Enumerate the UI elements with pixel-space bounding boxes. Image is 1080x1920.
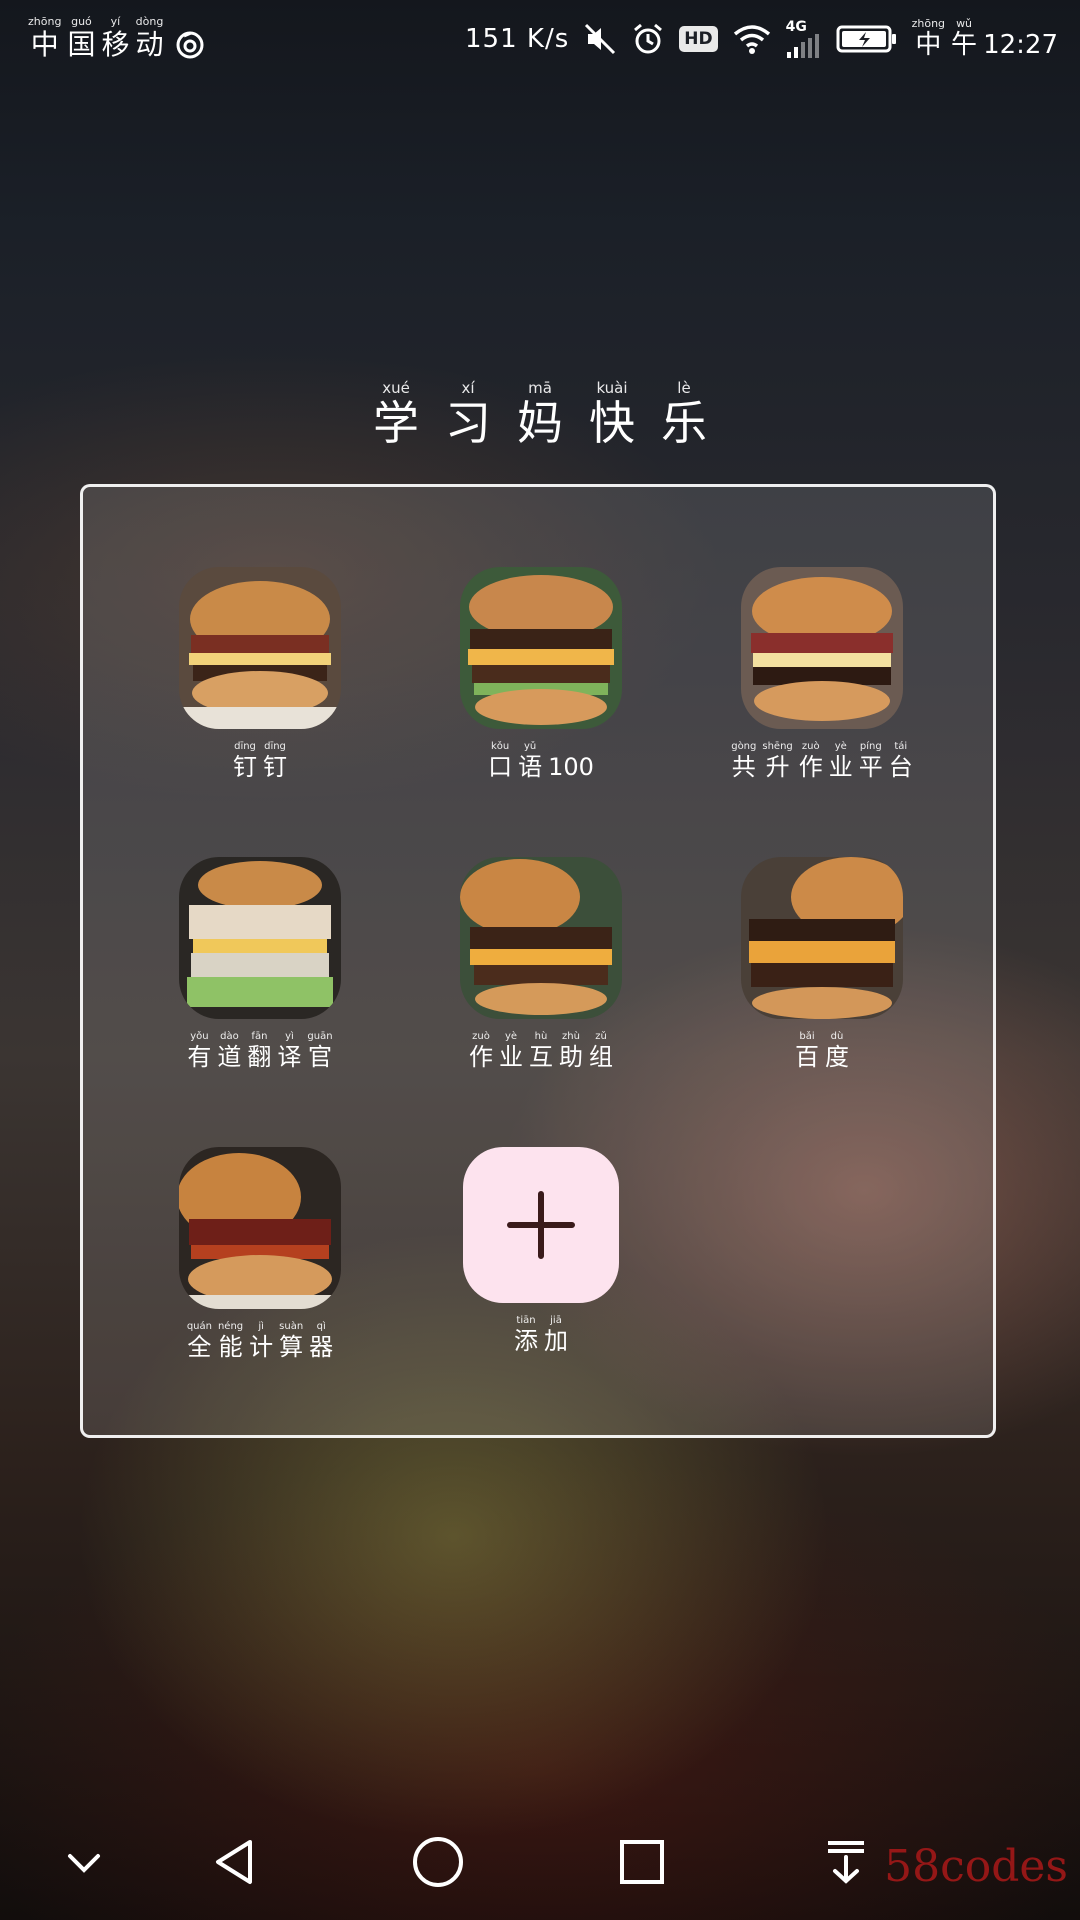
burger-photo-icon[interactable] — [741, 567, 903, 729]
app-quannengjisuanqi[interactable]: quán 全 néng 能 jì 计 suàn 算 qì 器 — [140, 1147, 380, 1362]
hd-badge: HD — [679, 26, 718, 52]
mute-icon — [583, 22, 617, 56]
app-gongsheng[interactable]: gòng 共 shēng 升 zuò 作 yè 业 píng 平 tái 台 — [702, 567, 942, 782]
burger-photo-icon[interactable] — [179, 857, 341, 1019]
home-circle-icon[interactable] — [408, 1832, 468, 1892]
navigation-bar: 58codes — [0, 1820, 1080, 1900]
burger-photo-icon[interactable] — [741, 857, 903, 1019]
burger-photo-icon[interactable] — [460, 857, 622, 1019]
app-label: bǎi 百 dù 度 — [795, 1031, 849, 1071]
folder-panel: dīng 钉 dīng 钉 kǒu 口 yǔ 语 100 gòng 共 shēng 升 zu… — [80, 484, 996, 1438]
folder-title[interactable]: xué 学 xí 习 mā 妈 kuài 快 lè 乐 — [0, 380, 1080, 450]
back-triangle-icon[interactable] — [204, 1832, 264, 1892]
carrier-char: guó 国 — [67, 15, 96, 62]
app-label: kǒu 口 yǔ 语 100 — [488, 741, 594, 781]
app-dingding[interactable]: dīng 钉 dīng 钉 — [140, 567, 380, 782]
network-speed: 151 K/s — [465, 24, 570, 54]
clock-time: 12:27 — [983, 30, 1058, 60]
signal-icon: 4G — [786, 20, 822, 58]
carrier-char: dòng 动 — [135, 15, 164, 62]
status-right: 151 K/s HD 4G zhōng 中 wǔ 午 12:27 — [465, 17, 1058, 61]
clock: zhōng 中 wǔ 午 12:27 — [911, 17, 1058, 61]
weibo-icon — [175, 30, 205, 60]
burger-photo-icon[interactable] — [460, 567, 622, 729]
watermark: 58codes — [884, 1841, 1068, 1892]
wifi-icon — [732, 22, 772, 56]
app-zuoyehuzhuzu[interactable]: zuò 作 yè 业 hù 互 zhù 助 zǔ 组 — [421, 857, 661, 1072]
app-label: tiān 添 jiā 加 — [514, 1315, 568, 1355]
app-label: zuò 作 yè 业 hù 互 zhù 助 zǔ 组 — [469, 1031, 613, 1071]
app-baidu[interactable]: bǎi 百 dù 度 — [702, 857, 942, 1072]
carrier-char: yí 移 — [101, 15, 130, 62]
app-label: quán 全 néng 能 jì 计 suàn 算 qì 器 — [186, 1321, 334, 1361]
carrier-char: zhōng 中 — [28, 15, 62, 62]
chevron-down-icon[interactable] — [54, 1832, 114, 1892]
alarm-icon — [631, 22, 665, 56]
recent-square-icon[interactable] — [612, 1832, 672, 1892]
burger-photo-icon[interactable] — [179, 567, 341, 729]
pull-down-icon[interactable] — [816, 1832, 876, 1892]
app-label: yǒu 有 dào 道 fān 翻 yì 译 guān 官 — [187, 1031, 333, 1071]
app-kouyu100[interactable]: kǒu 口 yǔ 语 100 — [421, 567, 661, 782]
network-type: 4G — [785, 19, 807, 35]
battery-icon — [836, 24, 898, 54]
app-youdao[interactable]: yǒu 有 dào 道 fān 翻 yì 译 guān 官 — [140, 857, 380, 1072]
add-app-button[interactable]: tiān 添 jiā 加 — [421, 1147, 661, 1356]
app-label: gòng 共 shēng 升 zuò 作 yè 业 píng 平 tái 台 — [731, 741, 913, 781]
app-label: dīng 钉 dīng 钉 — [233, 741, 287, 781]
plus-icon[interactable] — [463, 1147, 619, 1303]
burger-photo-icon[interactable] — [179, 1147, 341, 1309]
status-bar: zhōng 中 guó 国 yí 移 dòng 动 151 K/s HD 4G zhōn… — [0, 0, 1080, 80]
carrier-name: zhōng 中 guó 国 yí 移 dòng 动 — [28, 16, 205, 62]
